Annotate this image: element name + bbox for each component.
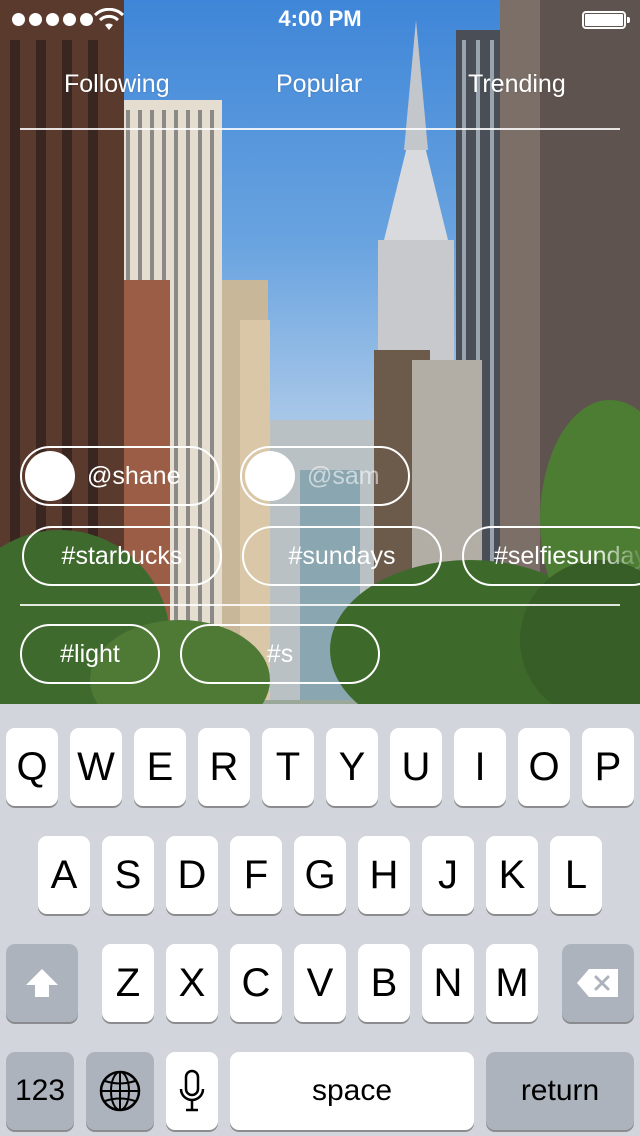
key-g[interactable]: G (294, 836, 346, 914)
key-n[interactable]: N (422, 944, 474, 1022)
dictation-key[interactable] (166, 1052, 218, 1130)
avatar (25, 451, 75, 501)
entered-tag-light[interactable]: #light (20, 624, 160, 684)
key-f[interactable]: F (230, 836, 282, 914)
key-u[interactable]: U (390, 728, 442, 806)
hashtag-label: #starbucks (61, 541, 183, 570)
key-j[interactable]: J (422, 836, 474, 914)
key-e[interactable]: E (134, 728, 186, 806)
tab-following[interactable]: Following (64, 70, 170, 99)
tab-divider (20, 128, 620, 130)
keyboard: Q W E R T Y U I O P A S D F G H J K L Z … (0, 704, 640, 1136)
user-suggestion-sam[interactable]: @sam (240, 446, 410, 506)
key-z[interactable]: Z (102, 944, 154, 1022)
key-t[interactable]: T (262, 728, 314, 806)
globe-icon (99, 1070, 141, 1112)
key-x[interactable]: X (166, 944, 218, 1022)
return-key-label: return (520, 1074, 600, 1107)
user-handle: @shane (87, 461, 181, 490)
backspace-icon (577, 969, 618, 997)
suggestions-divider (20, 604, 620, 606)
feed-tabs: Following Popular Trending (20, 70, 620, 130)
key-d[interactable]: D (166, 836, 218, 914)
microphone-icon (179, 1069, 205, 1112)
avatar (245, 451, 295, 501)
shift-arrow-icon (26, 969, 58, 997)
numbers-key-label: 123 (14, 1074, 66, 1107)
key-s[interactable]: S (102, 836, 154, 914)
key-l[interactable]: L (550, 836, 602, 914)
tag-input-field[interactable]: #s (180, 624, 380, 684)
key-y[interactable]: Y (326, 728, 378, 806)
hashtag-label: #selfiesunday (494, 541, 640, 570)
return-key[interactable]: return (486, 1052, 634, 1130)
user-handle: @sam (307, 461, 380, 490)
key-m[interactable]: M (486, 944, 538, 1022)
globe-key[interactable] (86, 1052, 154, 1130)
key-k[interactable]: K (486, 836, 538, 914)
tag-input-value: #s (266, 639, 294, 668)
key-r[interactable]: R (198, 728, 250, 806)
hashtag-suggestion-selfiesunday[interactable]: #selfiesunday (462, 526, 640, 586)
delete-key[interactable] (562, 944, 634, 1022)
tab-popular[interactable]: Popular (276, 70, 362, 99)
key-c[interactable]: C (230, 944, 282, 1022)
key-v[interactable]: V (294, 944, 346, 1022)
space-key[interactable]: space (230, 1052, 474, 1130)
tab-trending[interactable]: Trending (468, 70, 566, 99)
hashtag-suggestion-sundays[interactable]: #sundays (242, 526, 442, 586)
hashtag-suggestion-starbucks[interactable]: #starbucks (22, 526, 222, 586)
key-p[interactable]: P (582, 728, 634, 806)
numbers-key[interactable]: 123 (6, 1052, 74, 1130)
key-w[interactable]: W (70, 728, 122, 806)
key-i[interactable]: I (454, 728, 506, 806)
status-bar: 4:00 PM (0, 0, 640, 40)
space-key-label: space (311, 1074, 393, 1107)
key-b[interactable]: B (358, 944, 410, 1022)
shift-key[interactable] (6, 944, 78, 1022)
status-time: 4:00 PM (278, 6, 362, 31)
tag-label: #light (60, 639, 120, 668)
key-o[interactable]: O (518, 728, 570, 806)
hashtag-label: #sundays (288, 541, 396, 570)
key-h[interactable]: H (358, 836, 410, 914)
key-a[interactable]: A (38, 836, 90, 914)
key-q[interactable]: Q (6, 728, 58, 806)
user-suggestion-shane[interactable]: @shane (20, 446, 220, 506)
battery-icon (582, 11, 630, 29)
